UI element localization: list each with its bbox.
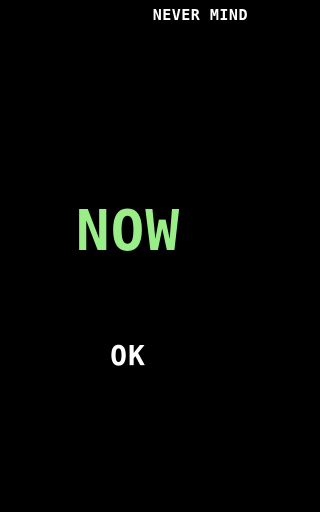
- screen: NEVER MIND NOW OK: [0, 0, 256, 512]
- ok-button[interactable]: OK: [98, 336, 158, 376]
- never-mind-button[interactable]: NEVER MIND: [151, 5, 250, 25]
- headline-text: NOW: [75, 199, 181, 264]
